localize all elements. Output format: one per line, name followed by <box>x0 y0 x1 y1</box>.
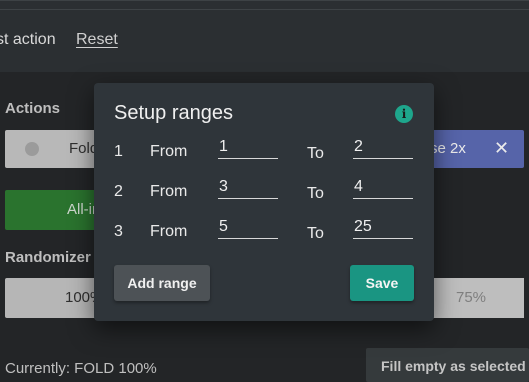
last-action-link[interactable]: st action <box>0 31 56 49</box>
setup-ranges-dialog: Setup ranges i 1 From To 2 From To 3 Fro… <box>94 83 434 321</box>
range-from-input[interactable] <box>218 175 278 199</box>
range-index: 1 <box>114 143 123 160</box>
from-label: From <box>150 143 188 160</box>
save-button[interactable]: Save <box>350 265 414 301</box>
to-label: To <box>307 225 324 242</box>
range-to-input[interactable] <box>353 175 413 199</box>
add-range-button[interactable]: Add range <box>114 265 210 301</box>
range-index: 2 <box>114 183 123 200</box>
top-toolbar: st action Reset <box>0 0 529 72</box>
from-label: From <box>150 183 188 200</box>
range-row: 1 From To <box>94 135 434 169</box>
range-row: 2 From To <box>94 175 434 209</box>
range-row: 3 From To <box>94 215 434 249</box>
dialog-title: Setup ranges <box>114 102 233 124</box>
range-to-input[interactable] <box>353 135 413 159</box>
to-label: To <box>307 185 324 202</box>
range-index: 3 <box>114 223 123 240</box>
info-icon[interactable]: i <box>395 105 413 123</box>
range-to-input[interactable] <box>353 215 413 239</box>
range-from-input[interactable] <box>218 215 278 239</box>
toolbar-divider <box>0 9 529 10</box>
from-label: From <box>150 223 188 240</box>
range-from-input[interactable] <box>218 135 278 159</box>
reset-link[interactable]: Reset <box>76 31 118 49</box>
to-label: To <box>307 145 324 162</box>
